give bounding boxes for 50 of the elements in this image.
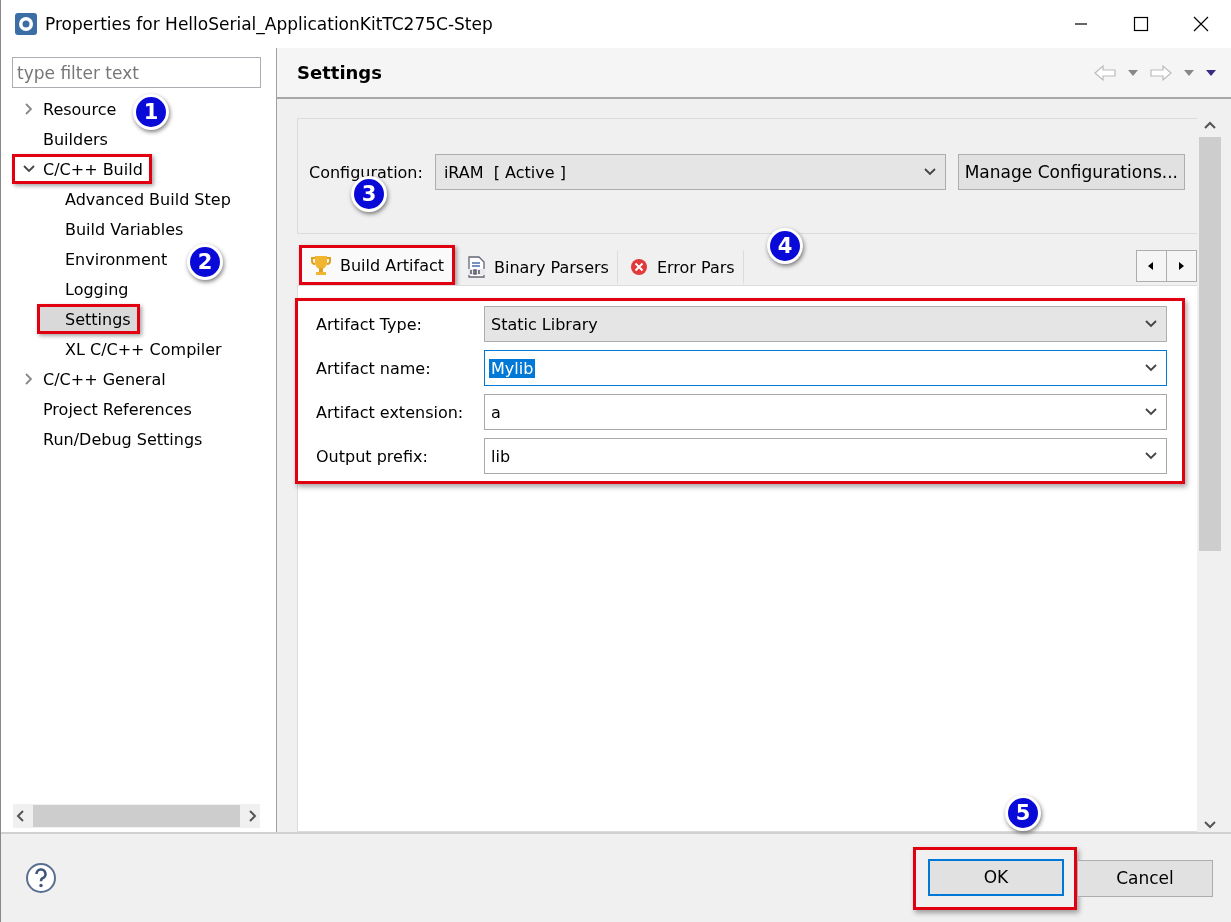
tree-item[interactable]: Advanced Build Step [37,184,240,214]
tree-item[interactable]: Project References [12,394,201,424]
back-arrow-icon[interactable] [1093,63,1117,82]
tree-item[interactable]: Build Variables [37,214,193,244]
horizontal-scrollbar[interactable] [13,804,260,828]
dropdown-icon[interactable] [1127,68,1139,77]
tree-item[interactable]: XL C/C++ Compiler [37,334,231,364]
tab[interactable]: Build Artifact [299,245,455,285]
tree-item[interactable]: Settings [37,304,140,334]
field-label: Artifact Type: [316,314,423,334]
view-menu-icon[interactable] [1205,68,1217,77]
collapsed-chevron-icon [24,102,34,116]
trophy-icon [310,254,332,276]
dropdown-chevron-icon [1144,407,1158,417]
dropdown-chevron-icon [922,167,937,177]
expanded-chevron-icon [22,164,36,174]
app-icon [14,12,38,36]
dialog-button[interactable]: Cancel [1077,859,1213,897]
dropdown-chevron-icon [1144,451,1158,461]
tree-item[interactable]: Run/Debug Settings [12,424,212,454]
forward-arrow-icon[interactable] [1149,63,1173,82]
field-label: Output prefix: [316,446,429,466]
filter-field[interactable]: type filter text [12,57,261,88]
dropdown-chevron-icon [1144,319,1158,329]
combo-field[interactable]: a [484,394,1167,430]
dialog-button[interactable]: OK [928,858,1064,896]
error-icon [628,257,649,277]
page-title: Settings [297,62,383,83]
collapsed-chevron-icon [24,372,34,386]
binary-file-icon [466,256,486,278]
tree-item[interactable]: Environment [37,244,177,274]
tree-item[interactable]: Logging [37,274,138,304]
tree-item[interactable]: Resource [12,94,126,124]
tab-scroll-left-icon[interactable] [1137,251,1166,281]
dropdown[interactable]: Static Library [484,306,1167,342]
tab-scroll-right-icon[interactable] [1166,251,1196,281]
vertical-scrollbar[interactable] [1199,118,1221,832]
help-icon[interactable] [25,862,57,894]
combo-field[interactable]: lib [484,438,1167,474]
configuration-dropdown[interactable]: iRAM [ Active ] [434,154,946,190]
combo-field[interactable]: Mylib [484,350,1167,386]
tree-item[interactable]: Builders [12,124,117,154]
tree-item[interactable]: C/C++ General [12,364,175,394]
dropdown-chevron-icon [1144,363,1158,373]
manage-configurations-button[interactable]: Manage Configurations... [957,154,1185,190]
field-label: Artifact extension: [316,402,465,422]
tree-item[interactable]: C/C++ Build [12,154,152,184]
field-label: Artifact name: [316,358,432,378]
dropdown-icon[interactable] [1183,68,1195,77]
window-title: Properties for HelloSerial_ApplicationKitTC275C-Step [45,14,494,34]
